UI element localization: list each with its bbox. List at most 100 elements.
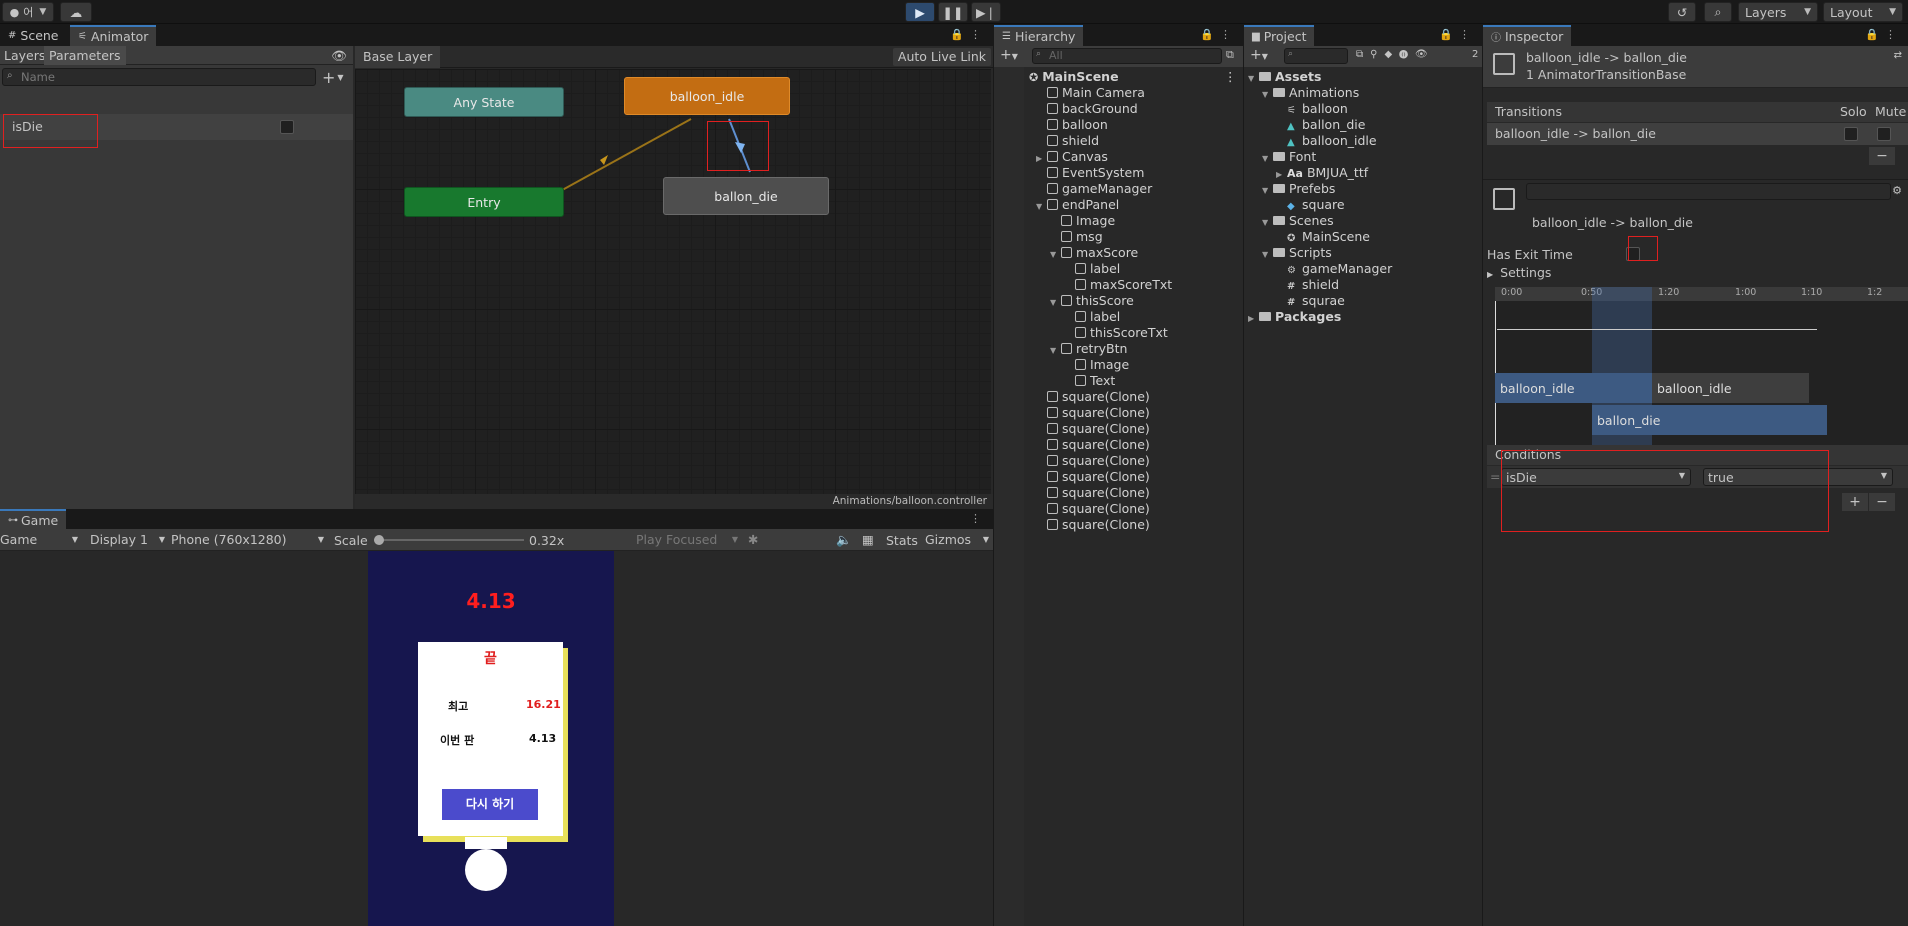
condition-value-dropdown[interactable]: true ▼ [1703, 468, 1893, 486]
tab-parameters[interactable]: Parameters [44, 46, 126, 65]
hierarchy-item[interactable]: maxScoreTxt [1064, 277, 1172, 293]
project-item[interactable]: ▼ Scripts [1262, 245, 1332, 261]
account-dropdown[interactable]: ● 어 ▼ [2, 2, 54, 22]
hierarchy-item[interactable]: square(Clone) [1036, 501, 1150, 517]
hierarchy-item[interactable]: square(Clone) [1036, 453, 1150, 469]
history-button[interactable]: ↺ [1668, 2, 1696, 22]
tab-hierarchy[interactable]: ☰ Hierarchy [994, 25, 1084, 46]
project-item[interactable]: ▲ ballon_die [1276, 117, 1365, 133]
hierarchy-item[interactable]: thisScoreTxt [1064, 325, 1168, 341]
tab-layers[interactable]: Layers [0, 46, 49, 65]
solo-checkbox[interactable] [1844, 127, 1858, 141]
chevron-down-icon[interactable]: ▼ [1248, 71, 1257, 87]
state-any-state[interactable]: Any State [404, 87, 564, 117]
hierarchy-item[interactable]: ▼ retryBtn [1050, 341, 1127, 357]
chevron-down-icon[interactable]: ▼ [1050, 343, 1059, 359]
project-item[interactable]: ⚙ gameManager [1276, 261, 1392, 277]
panel-menu-icon[interactable]: 🔒⋮ [1439, 28, 1476, 41]
clip-balloon-idle-a[interactable]: balloon_idle [1495, 373, 1652, 403]
transition-timeline[interactable]: 0:00 0:50 1:20 1:00 1:10 1:2 balloon_idl… [1495, 287, 1908, 459]
layout-dropdown[interactable]: Layout ▼ [1823, 2, 1903, 22]
project-search-input[interactable]: ⌕ [1284, 48, 1348, 64]
chevron-right-icon[interactable]: ▶ [1248, 311, 1257, 327]
state-graph[interactable]: Any State Entry balloon_idle ballon_die [355, 69, 991, 494]
settings-foldout[interactable]: ▶ Settings [1487, 265, 1551, 281]
project-item[interactable]: ▼ Animations [1262, 85, 1359, 101]
hierarchy-item[interactable]: square(Clone) [1036, 405, 1150, 421]
play-button[interactable]: ▶ [905, 2, 935, 22]
clip-balloon-idle-b[interactable]: balloon_idle [1652, 373, 1809, 403]
panel-menu-icon[interactable]: 🔒⋮ [1200, 28, 1237, 41]
hierarchy-item[interactable]: Text [1064, 373, 1115, 389]
state-ballon-die[interactable]: ballon_die [663, 177, 829, 215]
play-focused-dropdown[interactable]: Play Focused ▼ [636, 531, 740, 549]
project-item[interactable]: ✪ MainScene [1276, 229, 1370, 245]
chevron-down-icon[interactable]: ▼ [1262, 151, 1271, 167]
chevron-down-icon[interactable]: ▼ [1050, 247, 1059, 263]
panel-menu-icon[interactable]: ⋮ [970, 512, 987, 525]
hierarchy-item[interactable]: square(Clone) [1036, 485, 1150, 501]
mute-checkbox[interactable] [1877, 127, 1891, 141]
retry-button[interactable]: 다시 하기 [442, 789, 538, 820]
drag-handle-icon[interactable]: = [1490, 469, 1500, 484]
hierarchy-item[interactable]: label [1064, 261, 1120, 277]
tab-inspector[interactable]: ⓘ Inspector [1483, 25, 1572, 46]
game-mode-dropdown[interactable]: Game ▼ [0, 531, 80, 549]
chevron-down-icon[interactable]: ▼ [1262, 215, 1271, 231]
project-item[interactable]: # shield [1276, 277, 1339, 293]
hierarchy-item[interactable]: balloon [1036, 117, 1108, 133]
hierarchy-search-input[interactable]: ⌕ All [1032, 48, 1222, 64]
chevron-down-icon[interactable]: ▼ [1050, 295, 1059, 311]
scene-menu-icon[interactable]: ⋮ [1224, 69, 1237, 85]
state-entry[interactable]: Entry [404, 187, 564, 217]
hierarchy-item[interactable]: msg [1050, 229, 1103, 245]
panel-menu-icon[interactable]: 🔒⋮ [1865, 28, 1902, 41]
hierarchy-item[interactable]: square(Clone) [1036, 437, 1150, 453]
chevron-down-icon[interactable]: ▼ [1262, 87, 1271, 103]
hierarchy-item[interactable]: square(Clone) [1036, 389, 1150, 405]
breadcrumb[interactable]: Base Layer [355, 46, 441, 68]
panel-menu-icon[interactable]: 🔒⋮ [950, 28, 987, 41]
chevron-down-icon[interactable]: ▼ [1036, 199, 1045, 215]
remove-condition-button[interactable]: − [1869, 493, 1895, 511]
parameter-search-input[interactable]: ⌕ Name [2, 68, 316, 86]
scale-slider-thumb[interactable] [374, 535, 384, 545]
hierarchy-item[interactable]: shield [1036, 133, 1099, 149]
gizmos-dropdown[interactable]: Gizmos ▼ [925, 531, 991, 549]
game-viewport[interactable]: 4.13 끝 최고 16.21 이번 판 4.13 다시 하기 [368, 551, 614, 926]
project-item[interactable]: ▼ Prefebs [1262, 181, 1335, 197]
keyboard-icon[interactable]: ▦ [862, 532, 874, 547]
hierarchy-item[interactable]: backGround [1036, 101, 1138, 117]
chevron-down-icon[interactable]: ▼ [1262, 247, 1271, 263]
hierarchy-item[interactable]: square(Clone) [1036, 469, 1150, 485]
project-item[interactable]: ▼ Scenes [1262, 213, 1334, 229]
hierarchy-item[interactable]: Main Camera [1036, 85, 1145, 101]
project-filter-icons[interactable]: ⧉⚲◆⓿👁 [1356, 49, 1435, 60]
has-exit-time-checkbox[interactable] [1626, 247, 1640, 261]
hierarchy-item[interactable]: EventSystem [1036, 165, 1144, 181]
project-item[interactable]: ⚟ balloon [1276, 101, 1348, 117]
auto-live-link-button[interactable]: Auto Live Link [892, 48, 991, 66]
parameter-bool-checkbox[interactable] [280, 120, 294, 134]
hierarchy-item[interactable]: Image [1064, 357, 1129, 373]
hierarchy-item[interactable]: square(Clone) [1036, 421, 1150, 437]
hierarchy-item[interactable]: gameManager [1036, 181, 1152, 197]
add-object-button[interactable]: +▼ [1000, 47, 1018, 63]
project-item[interactable]: ◆ square [1276, 197, 1345, 213]
cloud-button[interactable]: ☁ [60, 2, 92, 22]
project-item[interactable]: ▼ Assets [1248, 69, 1321, 85]
hierarchy-item[interactable]: ▼ thisScore [1050, 293, 1134, 309]
add-parameter-button[interactable]: + ▼ [322, 67, 350, 87]
remove-transition-button[interactable]: − [1869, 147, 1895, 165]
pause-button[interactable]: ❚❚ [938, 2, 968, 22]
hierarchy-item[interactable]: Image [1050, 213, 1115, 229]
project-item[interactable]: ▲ balloon_idle [1276, 133, 1377, 149]
hierarchy-item[interactable]: ▶ Canvas [1036, 149, 1108, 165]
create-asset-button[interactable]: +▼ [1250, 47, 1268, 63]
layers-dropdown[interactable]: Layers ▼ [1738, 2, 1818, 22]
eye-icon[interactable]: 👁 [331, 48, 347, 64]
condition-parameter-dropdown[interactable]: isDie ▼ [1501, 468, 1691, 486]
tab-game[interactable]: ⊶ Game [0, 509, 67, 529]
state-balloon-idle[interactable]: balloon_idle [624, 77, 790, 115]
stats-button[interactable]: Stats [886, 533, 918, 548]
